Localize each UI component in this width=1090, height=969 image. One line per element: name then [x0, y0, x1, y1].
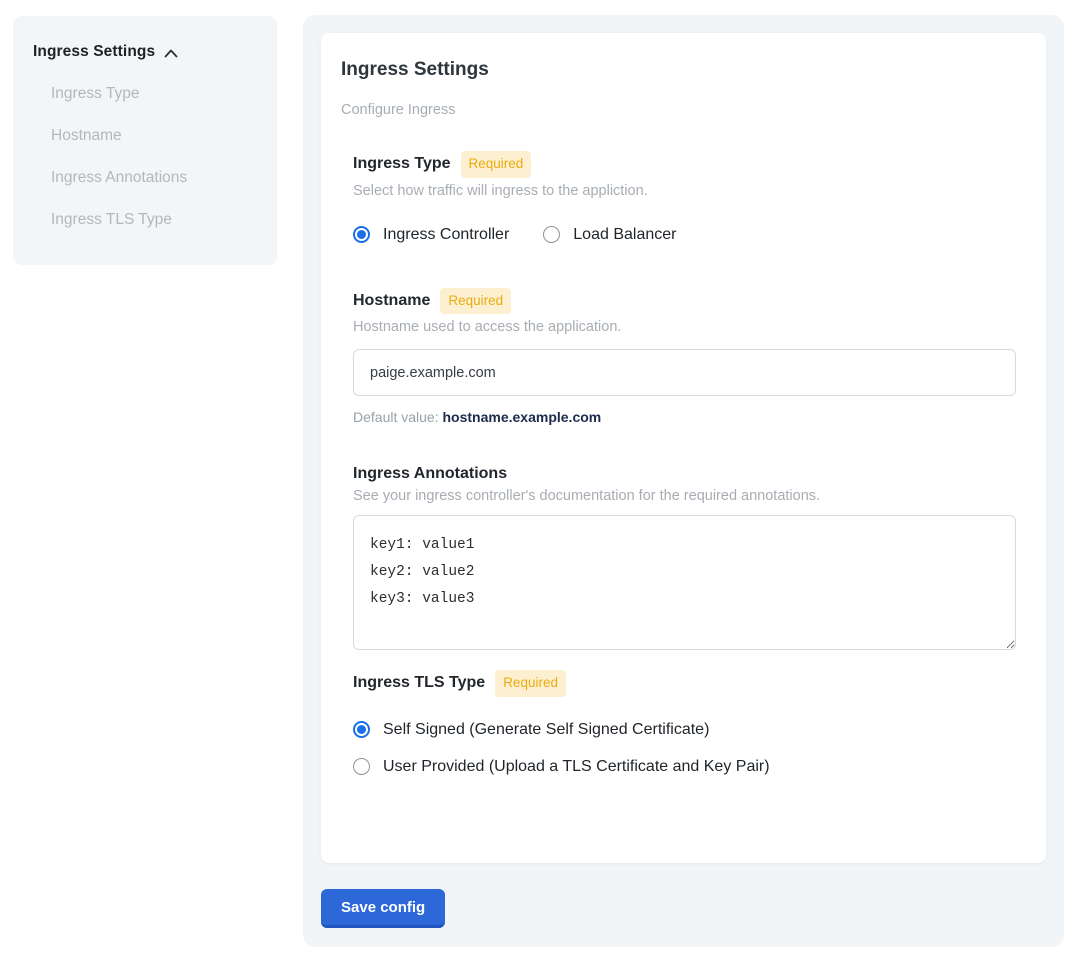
- sidebar-group-label: Ingress Settings: [33, 43, 155, 61]
- section-ingress-tls-type: Ingress TLS Type Required Self Signed (G…: [353, 670, 1015, 776]
- hostname-default-value: hostname.example.com: [443, 409, 602, 425]
- sidebar-item-ingress-annotations[interactable]: Ingress Annotations: [51, 169, 257, 187]
- sidebar-group-ingress-settings[interactable]: Ingress Settings: [33, 43, 257, 61]
- radio-label: User Provided (Upload a TLS Certificate …: [383, 758, 770, 776]
- chevron-up-icon: [164, 49, 178, 58]
- form-sections: Ingress Type Required Select how traffic…: [353, 151, 1015, 776]
- ingress-annotations-help: See your ingress controller's documentat…: [353, 488, 1015, 504]
- ingress-tls-radio-group: Self Signed (Generate Self Signed Certif…: [353, 721, 1015, 776]
- radio-selected-icon: [353, 721, 370, 738]
- radio-unselected-icon: [353, 758, 370, 775]
- required-badge: Required: [440, 288, 511, 315]
- required-badge: Required: [461, 151, 532, 178]
- sidebar-item-hostname[interactable]: Hostname: [51, 127, 257, 145]
- radio-selected-icon: [353, 226, 370, 243]
- ingress-annotations-textarea[interactable]: key1: value1 key2: value2 key3: value3: [353, 515, 1016, 650]
- section-ingress-type: Ingress Type Required Select how traffic…: [353, 151, 1015, 244]
- save-config-button[interactable]: Save config: [321, 889, 445, 928]
- hostname-input[interactable]: [353, 349, 1016, 396]
- page-title: Ingress Settings: [341, 59, 1015, 81]
- hostname-label: Hostname: [353, 292, 430, 310]
- page-subtitle: Configure Ingress: [341, 102, 1015, 118]
- hostname-help: Hostname used to access the application.: [353, 319, 1015, 335]
- ingress-type-radio-group: Ingress Controller Load Balancer: [353, 226, 1015, 244]
- ingress-settings-card: Ingress Settings Configure Ingress Ingre…: [321, 33, 1046, 863]
- sidebar-item-ingress-tls-type[interactable]: Ingress TLS Type: [51, 211, 257, 229]
- sidebar-item-ingress-type[interactable]: Ingress Type: [51, 85, 257, 103]
- sidebar: Ingress Settings Ingress Type Hostname I…: [13, 16, 277, 265]
- radio-label: Ingress Controller: [383, 226, 509, 244]
- hostname-default-line: Default value: hostname.example.com: [353, 409, 1015, 425]
- ingress-annotations-label: Ingress Annotations: [353, 465, 507, 483]
- radio-load-balancer[interactable]: Load Balancer: [543, 226, 676, 244]
- radio-label: Load Balancer: [573, 226, 676, 244]
- ingress-type-label: Ingress Type: [353, 155, 451, 173]
- radio-self-signed[interactable]: Self Signed (Generate Self Signed Certif…: [353, 721, 1015, 739]
- radio-user-provided[interactable]: User Provided (Upload a TLS Certificate …: [353, 758, 1015, 776]
- main-panel: Ingress Settings Configure Ingress Ingre…: [303, 15, 1064, 947]
- ingress-tls-type-label: Ingress TLS Type: [353, 674, 485, 692]
- section-ingress-annotations: Ingress Annotations See your ingress con…: [353, 465, 1015, 650]
- radio-ingress-controller[interactable]: Ingress Controller: [353, 226, 509, 244]
- section-hostname: Hostname Required Hostname used to acces…: [353, 288, 1015, 426]
- required-badge: Required: [495, 670, 566, 697]
- radio-unselected-icon: [543, 226, 560, 243]
- hostname-default-prefix: Default value:: [353, 409, 443, 425]
- ingress-type-help: Select how traffic will ingress to the a…: [353, 183, 1015, 199]
- radio-label: Self Signed (Generate Self Signed Certif…: [383, 721, 709, 739]
